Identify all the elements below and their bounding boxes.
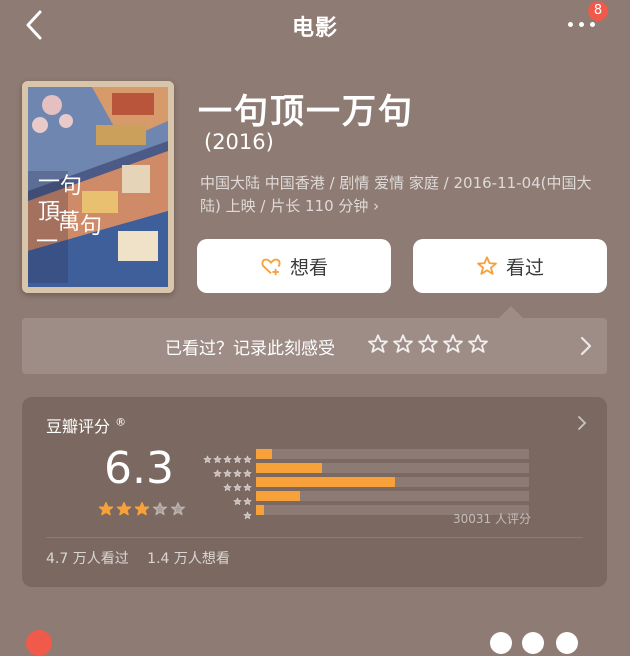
record-feeling-bar[interactable]: 已看过？记录此刻感受 [22,318,607,374]
small-star-icon [223,477,232,492]
small-star-icon [243,477,252,492]
small-star-icon [233,463,242,478]
rate-star-icon[interactable] [392,333,414,355]
rate-star-icon[interactable] [442,333,464,355]
rate-star-icon[interactable] [367,333,389,355]
want-to-watch-button[interactable]: 想看 [197,239,391,293]
filled-star-icon [134,501,150,521]
distribution-track [256,477,529,487]
small-star-icon [233,491,242,506]
page-title: 电影 [291,16,338,41]
movie-meta[interactable]: 中国大陆 中国香港 / 剧情 爱情 家庭 / 2016-11-04(中国大陆) … [200,172,610,218]
heart-plus-icon [260,255,282,277]
registered-mark: ® [115,415,127,429]
distribution-track [256,463,529,473]
rating-score: 6.3 [104,443,174,494]
distribution-stars [203,449,252,464]
movie-poster[interactable]: 一 句 頂 一 萬 句 [22,81,174,293]
watch-counts: 4.7 万人看过 1.4 万人想看 [46,548,244,568]
distribution-row-4-star [192,461,537,478]
filled-star-icon [98,501,114,521]
small-star-icon [223,449,232,464]
small-star-icon [233,449,242,464]
divider [46,537,583,538]
small-star-icon [243,505,252,520]
small-star-icon [243,449,252,464]
small-star-icon [243,463,252,478]
watched-button[interactable]: 看过 [413,239,607,293]
distribution-bar [256,463,322,473]
distribution-stars [243,505,252,520]
want-count[interactable]: 1.4 万人想看 [147,551,230,567]
distribution-bar [256,449,273,459]
distribution-row-5-star [192,447,537,464]
distribution-stars [233,491,252,506]
filled-star-icon [116,501,132,521]
rating-stars [98,501,186,521]
rating-title-text: 豆瓣评分 [46,417,111,436]
distribution-track [256,449,529,459]
record-pointer [499,306,523,318]
rate-star-icon[interactable] [417,333,439,355]
distribution-row-3-star [192,475,537,492]
movie-year: (2016) [204,130,274,154]
notification-badge: 8 [588,1,608,21]
small-star-icon [213,463,222,478]
distribution-row-2-star [192,489,537,506]
rating-title: 豆瓣评分 ® [46,413,126,437]
star-outline-icon [476,255,498,277]
vote-count[interactable]: 30031 人评分 [453,510,531,527]
distribution-track [256,491,529,501]
bottom-icon-3 [556,632,578,654]
bottom-icon-2 [522,632,544,654]
record-prompt: 已看过？记录此刻感受 [165,339,335,359]
small-star-icon [203,449,212,464]
want-to-watch-label: 想看 [289,256,328,279]
poster-text-3: 頂 [38,200,60,225]
small-star-icon [223,463,232,478]
rate-star-icon[interactable] [467,333,489,355]
poster-text-5: 萬 [58,210,80,235]
rate-stars[interactable] [367,333,489,355]
douban-rating-card: 豆瓣评分 ® 6.3 30031 人评分 4.7 万人看过 1.4 万人想看 [22,397,607,587]
distribution-bar [256,491,300,501]
watched-label: 看过 [505,256,544,279]
seen-count[interactable]: 4.7 万人看过 [46,551,129,567]
movie-title: 一句顶一万句 [198,92,414,132]
distribution-stars [223,477,252,492]
poster-text-1: 一 [38,170,60,195]
chevron-right-icon [579,335,593,361]
poster-text-2: 句 [60,174,82,199]
small-star-icon [213,449,222,464]
distribution-bar [256,505,265,515]
small-star-icon [233,477,242,492]
distribution-stars [213,463,252,478]
rating-distribution [192,447,537,520]
top-nav: 电影 8 [0,0,630,50]
distribution-bar [256,477,396,487]
chevron-right-icon[interactable] [577,415,587,435]
poster-text-4: 一 [36,230,58,255]
poster-text-6: 句 [80,214,102,239]
empty-star-icon [170,501,186,521]
small-star-icon [243,491,252,506]
bottom-avatar [26,630,52,656]
bottom-icon-1 [490,632,512,654]
empty-star-icon [152,501,168,521]
